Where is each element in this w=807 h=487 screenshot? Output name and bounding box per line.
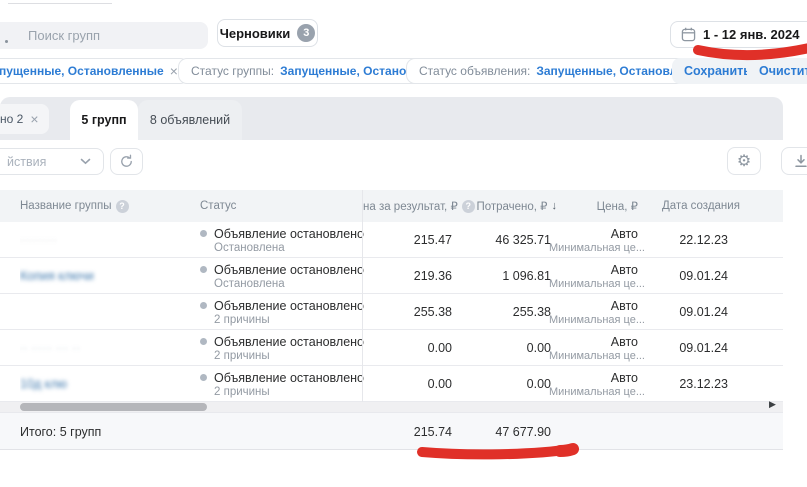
ads-manager-screen: Черновики 3 1 - 12 янв. 2024 пущенные, О…	[0, 0, 807, 487]
refresh-button[interactable]	[110, 148, 143, 175]
export-button[interactable]	[781, 147, 807, 175]
download-icon	[794, 154, 807, 168]
tab-ads[interactable]: 8 объявлений	[138, 100, 242, 140]
status-dot-icon	[200, 302, 207, 309]
drafts-label: Черновики	[220, 26, 291, 41]
status-dot-icon	[200, 338, 207, 345]
column-header-name[interactable]: Название группы ?	[20, 190, 129, 222]
group-name-link[interactable]: Копия ключи	[20, 269, 190, 283]
filter-chip-campaign-status[interactable]: пущенные, Остановленные ×	[0, 58, 189, 84]
table-row[interactable]: Копия ключи Объявление остановлено Остан…	[0, 258, 783, 294]
totals-label: Итого: 5 групп	[20, 425, 220, 439]
group-name-link[interactable]: 10д клю	[20, 377, 190, 391]
created-date: 22.12.23	[679, 233, 728, 247]
table-row[interactable]: ········· Объявление остановлено Останов…	[0, 222, 783, 258]
filter-chip-value: пущенные, Остановленные	[0, 64, 164, 78]
column-header-label: Цена, ₽	[597, 199, 638, 213]
total-spent: 47 677.90	[495, 425, 551, 439]
group-name-link[interactable]: ·········	[20, 236, 190, 245]
filter-chip-label: Статус группы:	[191, 64, 274, 78]
tab-groups[interactable]: 5 групп	[70, 100, 138, 140]
column-header-created[interactable]: Дата создания	[662, 190, 740, 222]
column-header-label: Дата создания	[662, 200, 740, 212]
status-dot-icon	[200, 374, 207, 381]
scrollbar-thumb[interactable]	[20, 403, 207, 411]
status-cell: Объявление остановлено 2 причины	[200, 366, 360, 402]
column-header-label: Название группы	[20, 200, 112, 212]
close-icon[interactable]: ×	[30, 112, 38, 126]
actions-dropdown[interactable]: йствия	[0, 148, 104, 175]
group-name-link[interactable]: ·· ····· ··· ··	[20, 344, 190, 353]
table-row[interactable]: 10д клю Объявление остановлено 2 причины…	[0, 366, 783, 402]
column-header-label: Статус	[200, 200, 236, 212]
calendar-icon	[681, 27, 696, 42]
settings-button[interactable]: ⚙	[727, 147, 761, 175]
selection-chip-label: но 2	[0, 112, 23, 126]
selection-chip[interactable]: но 2 ×	[0, 104, 49, 134]
refresh-icon	[119, 154, 134, 169]
column-header-status[interactable]: Статус	[200, 190, 236, 222]
clear-button[interactable]: Очистить	[747, 58, 807, 84]
table-row[interactable]: Объявление остановлено 2 причины 255.38 …	[0, 294, 783, 330]
created-date: 09.01.24	[679, 305, 728, 319]
created-date: 09.01.24	[679, 341, 728, 355]
chevron-down-icon	[80, 158, 91, 165]
table-footer-row: Итого: 5 групп 215.74 47 677.90	[0, 412, 783, 450]
date-range-label: 1 - 12 янв. 2024	[703, 27, 799, 42]
status-cell: Объявление остановлено Остановлена	[200, 258, 360, 294]
column-header-label: Потрачено, ₽	[476, 199, 547, 213]
close-icon[interactable]: ×	[170, 64, 178, 78]
scroll-right-icon[interactable]: ▶	[769, 399, 776, 410]
table-row[interactable]: ·· ····· ··· ·· Объявление остановлено 2…	[0, 330, 783, 366]
status-cell: Объявление остановлено Остановлена	[200, 222, 360, 258]
search-input[interactable]	[0, 22, 208, 49]
status-cell: Объявление остановлено 2 причины	[200, 294, 360, 330]
red-underline-date	[698, 47, 807, 55]
search-icon	[5, 40, 8, 43]
filter-chip-label: Статус объявления:	[419, 64, 530, 78]
actions-label: йствия	[7, 155, 46, 169]
drafts-button[interactable]: Черновики 3	[217, 19, 318, 47]
gear-icon: ⚙	[737, 151, 751, 171]
date-range-picker[interactable]: 1 - 12 янв. 2024	[670, 21, 807, 48]
column-header-price[interactable]: Цена, ₽	[538, 190, 638, 222]
table-header-row: Название группы ? Статус на за результат…	[0, 190, 783, 222]
status-dot-icon	[200, 266, 207, 273]
created-date: 09.01.24	[679, 269, 728, 283]
tab-ads-label: 8 объявлений	[150, 113, 230, 127]
top-hairline	[8, 3, 112, 4]
help-icon[interactable]: ?	[116, 200, 129, 213]
status-dot-icon	[200, 230, 207, 237]
frozen-column-divider	[362, 190, 363, 402]
drafts-count-badge: 3	[297, 24, 315, 42]
created-date: 23.12.23	[679, 377, 728, 391]
status-cell: Объявление остановлено 2 причины	[200, 330, 360, 366]
tab-groups-label: 5 групп	[81, 113, 126, 127]
